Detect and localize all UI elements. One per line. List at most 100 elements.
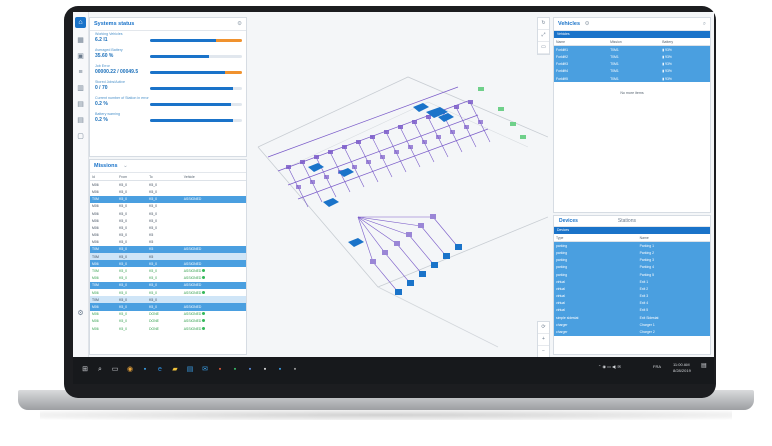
table-row[interactable]: M06 K5_0 K5 (90, 232, 246, 239)
chevron-down-icon[interactable]: ⌄ (123, 163, 128, 169)
home-icon[interactable]: ⌂ (75, 17, 86, 28)
column-header[interactable]: Name (554, 38, 609, 47)
column-header[interactable]: Mission (608, 38, 661, 47)
table-row[interactable]: parking Parking 4 (554, 263, 710, 271)
table-row[interactable]: T0M K5_0 K5 (90, 253, 246, 261)
table-row[interactable]: M06 K5_0 K5_0 ASSIGNED (90, 275, 246, 282)
refresh-icon[interactable]: ↻ (538, 18, 549, 30)
list-icon[interactable]: ≡ (77, 69, 84, 76)
station-marker (384, 130, 389, 134)
tab-devices[interactable]: Devices (554, 216, 583, 226)
chrome-icon[interactable]: ◉ (124, 365, 136, 374)
table-row[interactable]: M06 K5_0 K5_0 (90, 188, 246, 195)
table-row[interactable]: M06 K5_0 K5_0 (90, 217, 246, 224)
table-row[interactable]: M06 K5_0 DONE ASSIGNED (90, 311, 246, 318)
table-row[interactable]: Forklift4 T0M1 ▮ 93% (554, 67, 710, 75)
edge-icon[interactable]: e (154, 365, 166, 374)
table-row[interactable]: virtual Exit 4 (554, 299, 710, 307)
table-row[interactable]: M06 K5_0 K5_0 (90, 181, 246, 189)
clock-time[interactable]: 11:00 AM (673, 362, 690, 367)
table-row[interactable]: virtual Exit 3 (554, 292, 710, 300)
table-row[interactable]: M06 K5_0 DONE ASSIGNED (90, 325, 246, 332)
app-icon[interactable]: ▪ (229, 365, 241, 374)
zoom-fit-icon[interactable]: ⤢ (538, 30, 549, 42)
box-icon[interactable]: ▣ (77, 53, 84, 60)
table-row[interactable]: virtual Exit 5 (554, 306, 710, 315)
table-row[interactable]: T0M K5_0 K5_0 ASSIGNED (90, 195, 246, 203)
table-row[interactable]: Forklift5 T0M1 ▮ 93% (554, 74, 710, 83)
app-icon[interactable]: ▪ (289, 365, 301, 374)
store-icon[interactable]: ▤ (184, 365, 196, 374)
battery-value: 93% (665, 54, 672, 59)
vehicles-group-header[interactable]: Vehicles (554, 31, 710, 38)
table-row[interactable]: M06 K5_0 K5_0 (90, 224, 246, 231)
metric-row: Battery warning0.2 %› (90, 111, 246, 127)
cell-battery: ▮ 93% (660, 45, 710, 54)
station-marker (464, 125, 469, 129)
table-row[interactable]: M06 K5_0 K5_0 (90, 210, 246, 217)
table-row[interactable]: virtual Exit 2 (554, 285, 710, 293)
cell-from: K5_0 (119, 218, 128, 223)
column-header[interactable]: From (117, 173, 148, 182)
table-row[interactable]: M06 K5_0 K5_0 ASSIGNED (90, 260, 246, 268)
cell-vehicle: ASSIGNED (182, 289, 246, 296)
table-row[interactable]: M06 K5_0 K5 (90, 239, 246, 246)
app-icon[interactable]: ▪ (244, 365, 256, 374)
mail-icon[interactable]: ✉ (199, 365, 211, 374)
clipboard-icon[interactable]: ▢ (77, 133, 84, 140)
devices-group-header[interactable]: Devices (554, 227, 710, 234)
table-row[interactable]: T0M K5_0 K5_0 (90, 296, 246, 304)
table-row[interactable]: parking Parking 3 (554, 256, 710, 264)
station-marker (422, 140, 427, 144)
rotate-icon[interactable]: ⟳ (538, 322, 549, 334)
grid-icon[interactable]: ▦ (77, 37, 84, 44)
table-row[interactable]: Forklift1 T0M1 ▮ 93% (554, 45, 710, 54)
column-header[interactable]: Battery (660, 38, 710, 47)
windows-icon[interactable]: ⊞ (79, 365, 91, 374)
app-icon[interactable]: ▪ (274, 365, 286, 374)
table-row[interactable]: Forklift2 T0M1 ▮ 93% (554, 53, 710, 61)
table-row[interactable]: virtual Exit 1 (554, 278, 710, 286)
app-icon[interactable]: ▪ (139, 365, 151, 374)
settings-icon[interactable]: ⚙ (77, 310, 84, 317)
table-row[interactable]: parking Parking 2 (554, 249, 710, 257)
column-header[interactable]: Id (90, 173, 118, 182)
language-indicator[interactable]: FRA (653, 364, 661, 369)
table-row[interactable]: M06 K5_0 K5_0 ASSIGNED (90, 289, 246, 296)
layers-icon[interactable]: ▭ (538, 42, 549, 54)
table-row[interactable]: M06 K5_0 K5_0 (90, 203, 246, 210)
column-header[interactable]: Type (554, 234, 638, 243)
table-row[interactable]: T0M K5_0 K5_0 ASSIGNED (90, 281, 246, 289)
gear-icon[interactable]: ⚙ (585, 21, 590, 27)
tab-stations[interactable]: Stations (613, 216, 641, 226)
table-row[interactable]: Forklift3 T0M1 ▮ 93% (554, 60, 710, 68)
task-view-icon[interactable]: ▭ (109, 365, 121, 374)
table-row[interactable]: parking Parking 5 (554, 270, 710, 279)
explorer-icon[interactable]: ▰ (169, 365, 181, 374)
search-icon[interactable]: ⌕ (703, 18, 706, 30)
app-icon[interactable]: ▪ (259, 365, 271, 374)
table-row[interactable]: T0M K5_0 K5_0 ASSIGNED (90, 267, 246, 274)
route-line (396, 243, 423, 275)
table-row[interactable]: M06 K5_0 K5_0 ASSIGNED (90, 303, 246, 311)
doc-icon[interactable]: ▤ (77, 117, 84, 124)
column-header[interactable]: Vehicle (181, 173, 246, 182)
table-row[interactable]: charger Charger 1 (554, 321, 710, 329)
warehouse-map[interactable] (248, 17, 548, 355)
clock-date[interactable]: 8/28/2019 (673, 368, 691, 373)
doc-icon[interactable]: ▤ (77, 101, 84, 108)
table-row[interactable]: parking Parking 1 (554, 241, 710, 250)
tray-icons[interactable]: ⌃ ◉ ▭ ◀) ✉ (598, 364, 621, 369)
chart-icon[interactable]: ▥ (77, 85, 84, 92)
app-icon[interactable]: ▪ (214, 365, 226, 374)
table-row[interactable]: simple sidestat Exit Sidestat (554, 314, 710, 322)
table-row[interactable]: charger Charger 2 (554, 328, 710, 336)
column-header[interactable]: Name (637, 234, 710, 243)
zoom-in-icon[interactable]: + (538, 334, 549, 346)
gear-icon[interactable]: ⚙ (237, 18, 242, 30)
table-row[interactable]: T0M K5_0 K5 ASSIGNED (90, 245, 246, 254)
table-row[interactable]: M06 K5_0 DONE ASSIGNED (90, 318, 246, 325)
notification-icon[interactable]: ▤ (701, 363, 707, 369)
search-icon[interactable]: ⌕ (94, 365, 106, 374)
column-header[interactable]: To (147, 173, 182, 182)
